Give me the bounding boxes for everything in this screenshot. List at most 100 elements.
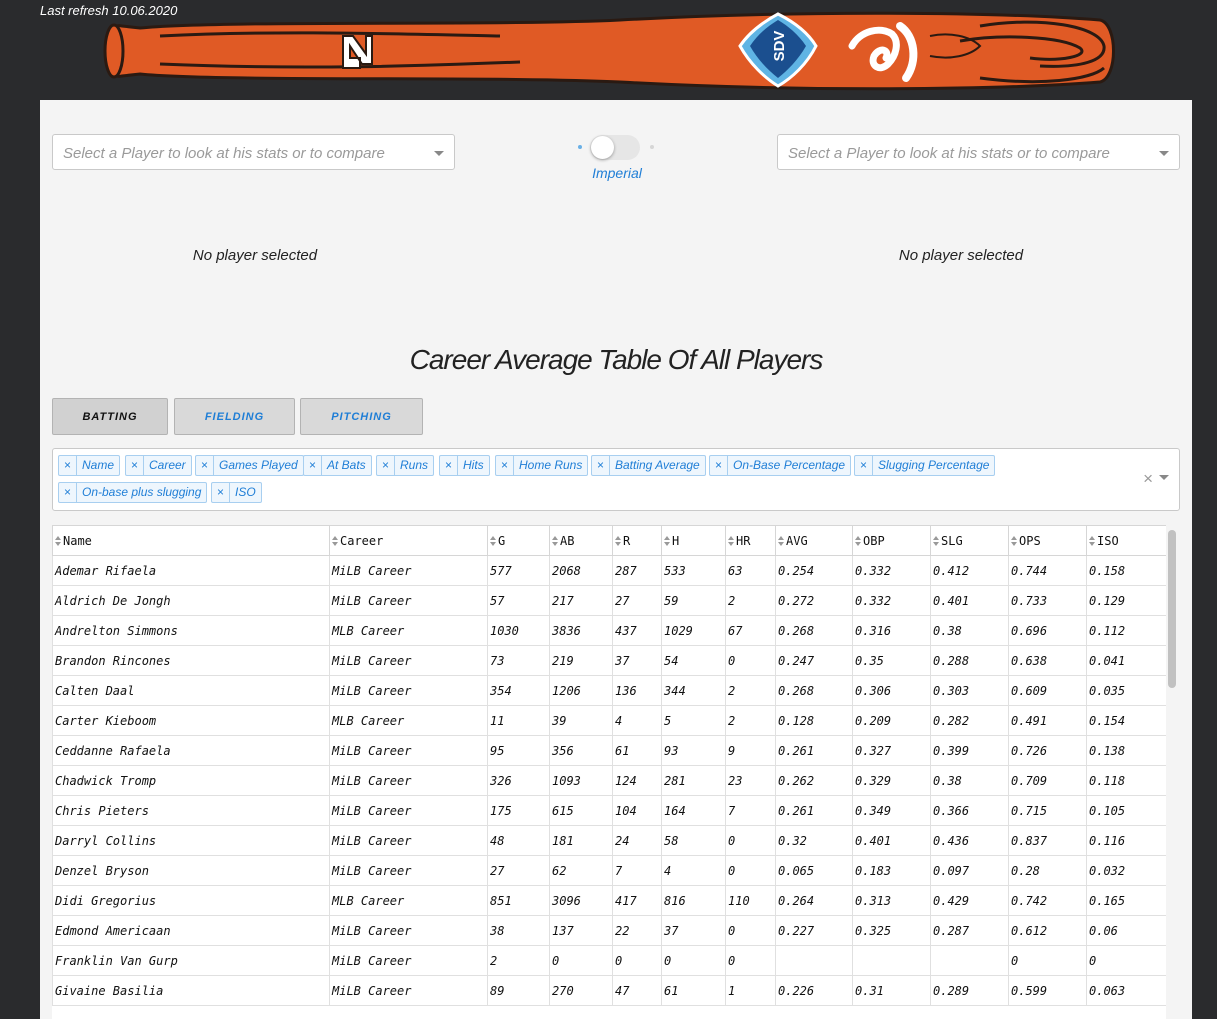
table-cell: MLB Career: [329, 885, 488, 916]
column-chip[interactable]: × ISO: [211, 482, 262, 503]
table-cell: 287: [612, 555, 662, 586]
table-cell: 0.06: [1086, 915, 1166, 946]
chevron-down-icon[interactable]: [434, 151, 444, 156]
remove-chip-icon[interactable]: ×: [304, 456, 322, 475]
column-multiselect[interactable]: × Name × Career × Games Played × At Bats × Runs × H…: [52, 448, 1180, 511]
column-chip[interactable]: × Career: [125, 455, 192, 476]
column-header-r[interactable]: R: [612, 525, 662, 556]
table-cell: 0.105: [1086, 795, 1166, 826]
table-cell: 137: [549, 915, 613, 946]
table-cell: 0.733: [1008, 585, 1087, 616]
table-row[interactable]: Ademar Rifaela MiLB Career 577 2068 287 533 63…: [52, 555, 1166, 586]
column-header-obp[interactable]: OBP: [852, 525, 931, 556]
table-row[interactable]: Calten Daal MiLB Career 354 1206 136 344 2 0.26…: [52, 675, 1166, 706]
tab-batting[interactable]: BATTING: [52, 398, 168, 435]
table-cell: 0.303: [930, 675, 1009, 706]
sort-icon[interactable]: [855, 536, 862, 546]
table-cell: MLB Career: [329, 615, 488, 646]
column-header-ops[interactable]: OPS: [1008, 525, 1087, 556]
column-chip[interactable]: × At Bats: [303, 455, 372, 476]
table-cell: 851: [487, 885, 550, 916]
table-cell: MiLB Career: [329, 555, 488, 586]
column-chip[interactable]: × Runs: [376, 455, 435, 476]
table-cell: 0.349: [852, 795, 931, 826]
remove-chip-icon[interactable]: ×: [855, 456, 873, 475]
table-row[interactable]: Denzel Bryson MiLB Career 27 62 7 4 0 0.065 0.18…: [52, 855, 1166, 886]
table-row[interactable]: Edmond Americaan MiLB Career 38 137 22 37 0 0.2…: [52, 915, 1166, 946]
chevron-down-icon[interactable]: [1159, 475, 1169, 480]
table-row[interactable]: Andrelton Simmons MLB Career 1030 3836 437 10…: [52, 615, 1166, 646]
table-cell: 22: [612, 915, 662, 946]
table-cell: 0.035: [1086, 675, 1166, 706]
sort-icon[interactable]: [728, 536, 735, 546]
tab-fielding[interactable]: FIELDING: [174, 398, 295, 435]
table-row[interactable]: Brandon Rincones MiLB Career 73 219 37 54 0 0.2…: [52, 645, 1166, 676]
column-chip[interactable]: × Games Played: [195, 455, 304, 476]
column-header-slg[interactable]: SLG: [930, 525, 1009, 556]
table-row[interactable]: Darryl Collins MiLB Career 48 181 24 58 0 0.32 0…: [52, 825, 1166, 856]
sort-icon[interactable]: [1011, 536, 1018, 546]
remove-chip-icon[interactable]: ×: [440, 456, 458, 475]
remove-chip-icon[interactable]: ×: [196, 456, 214, 475]
column-header-g[interactable]: G: [487, 525, 550, 556]
column-chip[interactable]: × Home Runs: [495, 455, 589, 476]
table-cell: MiLB Career: [329, 915, 488, 946]
table-cell: 0.436: [930, 825, 1009, 856]
tab-pitching[interactable]: PITCHING: [300, 398, 423, 435]
scrollbar-thumb[interactable]: [1168, 530, 1176, 688]
remove-chip-icon[interactable]: ×: [59, 483, 77, 502]
column-chip-label: Name: [82, 458, 115, 472]
column-chip[interactable]: × On-Base Percentage: [709, 455, 852, 476]
column-header-h[interactable]: H: [661, 525, 726, 556]
unit-toggle[interactable]: Imperial: [578, 134, 656, 184]
remove-chip-icon[interactable]: ×: [377, 456, 395, 475]
table-cell: 37: [612, 645, 662, 676]
column-chip[interactable]: × On-base plus slugging: [58, 482, 208, 503]
table-scrollbar[interactable]: [1168, 530, 1176, 1019]
player-select-right[interactable]: Select a Player to look at his stats or …: [777, 134, 1180, 170]
table-row[interactable]: Didi Gregorius MLB Career 851 3096 417 816 110…: [52, 885, 1166, 916]
remove-chip-icon[interactable]: ×: [212, 483, 230, 502]
toggle-track[interactable]: [590, 135, 640, 160]
table-row[interactable]: Chris Pieters MiLB Career 175 615 104 164 7 0.2…: [52, 795, 1166, 826]
sort-icon[interactable]: [332, 536, 339, 546]
column-chip[interactable]: × Slugging Percentage: [854, 455, 996, 476]
sort-icon[interactable]: [664, 536, 671, 546]
sort-icon[interactable]: [490, 536, 497, 546]
table-cell: 0.38: [930, 765, 1009, 796]
column-chip[interactable]: × Name: [58, 455, 121, 476]
table-row[interactable]: Chadwick Tromp MiLB Career 326 1093 124 281 23…: [52, 765, 1166, 796]
table-row[interactable]: Givaine Basilia MiLB Career 89 270 47 61 1 0.22…: [52, 975, 1166, 1006]
clear-icon[interactable]: ×: [1143, 469, 1153, 489]
column-header-name[interactable]: Name: [52, 525, 330, 556]
remove-chip-icon[interactable]: ×: [126, 456, 144, 475]
chevron-down-icon[interactable]: [1159, 151, 1169, 156]
column-header-ab[interactable]: AB: [549, 525, 613, 556]
remove-chip-icon[interactable]: ×: [496, 456, 514, 475]
table-cell: 62: [549, 855, 613, 886]
sort-icon[interactable]: [778, 536, 785, 546]
sort-icon[interactable]: [55, 536, 62, 546]
sort-icon[interactable]: [1089, 536, 1096, 546]
column-chip-label: On-Base Percentage: [733, 458, 846, 472]
column-header-avg[interactable]: AVG: [775, 525, 853, 556]
sort-icon[interactable]: [933, 536, 940, 546]
table-cell: 37: [661, 915, 726, 946]
column-header-iso[interactable]: ISO: [1086, 525, 1166, 556]
table-row[interactable]: Aldrich De Jongh MiLB Career 57 217 27 59 2 0.2…: [52, 585, 1166, 616]
remove-chip-icon[interactable]: ×: [710, 456, 728, 475]
column-header-career[interactable]: Career: [329, 525, 488, 556]
column-chip[interactable]: × Hits: [439, 455, 490, 476]
remove-chip-icon[interactable]: ×: [59, 456, 77, 475]
table-row[interactable]: Carter Kieboom MLB Career 11 39 4 5 2 0.128 0.20…: [52, 705, 1166, 736]
column-header-hr[interactable]: HR: [725, 525, 776, 556]
table-row[interactable]: Ceddanne Rafaela MiLB Career 95 356 61 93 9 0.2…: [52, 735, 1166, 766]
column-chip[interactable]: × Batting Average: [591, 455, 706, 476]
sort-icon[interactable]: [615, 536, 622, 546]
sort-icon[interactable]: [552, 536, 559, 546]
remove-chip-icon[interactable]: ×: [592, 456, 610, 475]
table-cell: 0.112: [1086, 615, 1166, 646]
player-select-left[interactable]: Select a Player to look at his stats or …: [52, 134, 455, 170]
table-row[interactable]: Franklin Van Gurp MiLB Career 2 0 0 0 0 0 0: [52, 945, 1166, 976]
toggle-knob[interactable]: [591, 136, 614, 159]
